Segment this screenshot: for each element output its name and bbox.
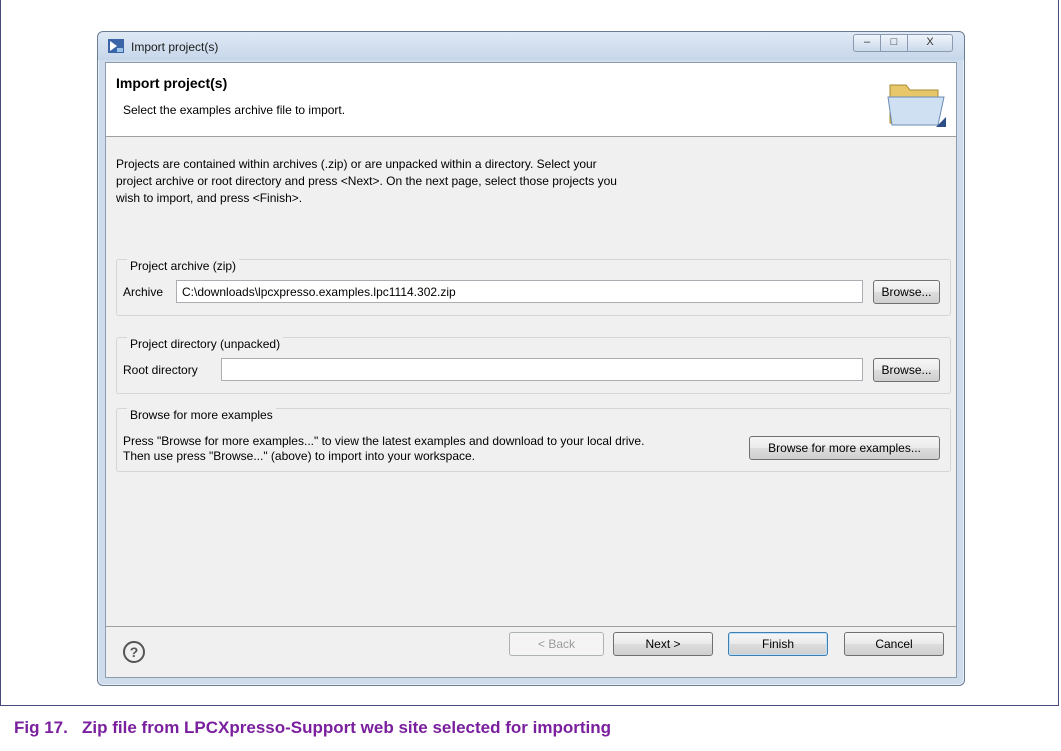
intro-line: Projects are contained within archives (…	[116, 157, 597, 171]
wizard-subtitle: Select the examples archive file to impo…	[123, 103, 346, 117]
archive-label: Archive	[123, 285, 164, 299]
examples-text-line: Press "Browse for more examples..." to v…	[123, 434, 645, 448]
title-bar[interactable]: Import project(s) – □ X	[98, 32, 964, 60]
cancel-button[interactable]: Cancel	[844, 632, 944, 656]
examples-description: Press "Browse for more examples..." to v…	[123, 434, 743, 464]
directory-group-label: Project directory (unpacked)	[127, 337, 284, 351]
examples-group-label: Browse for more examples	[127, 408, 276, 422]
back-button[interactable]: < Back	[509, 632, 604, 656]
wizard-header: Import project(s) Select the examples ar…	[106, 63, 956, 137]
examples-group: Browse for more examples Press "Browse f…	[116, 408, 951, 472]
directory-group: Project directory (unpacked) Root direct…	[116, 337, 951, 394]
directory-browse-button[interactable]: Browse...	[873, 358, 940, 382]
close-icon: X	[926, 36, 934, 48]
finish-button[interactable]: Finish	[728, 632, 828, 656]
figure-caption: Fig 17. Zip file from LPCXpresso-Support…	[14, 718, 611, 738]
maximize-icon: □	[890, 36, 898, 48]
root-directory-label: Root directory	[123, 363, 198, 377]
examples-text-line: Then use press "Browse..." (above) to im…	[123, 449, 476, 463]
next-button[interactable]: Next >	[613, 632, 713, 656]
maximize-button[interactable]: □	[880, 34, 908, 52]
intro-text: Projects are contained within archives (…	[116, 156, 816, 207]
dialog-client-area: Import project(s) Select the examples ar…	[105, 62, 957, 678]
intro-line: project archive or root directory and pr…	[116, 174, 617, 188]
figure-caption-text: Zip file from LPCXpresso-Support web sit…	[82, 718, 611, 737]
minimize-icon: –	[863, 36, 871, 48]
help-icon[interactable]: ?	[123, 641, 145, 663]
eclipse-app-icon	[108, 39, 124, 53]
archive-group-label: Project archive (zip)	[127, 259, 240, 273]
window-title: Import project(s)	[131, 40, 219, 54]
archive-group: Project archive (zip) Archive C:\downloa…	[116, 259, 951, 316]
import-dialog-window: Import project(s) – □ X Import project(s…	[97, 31, 965, 686]
archive-path-input[interactable]: C:\downloads\lpcxpresso.examples.lpc1114…	[176, 280, 863, 303]
folder-icon	[887, 84, 946, 127]
browse-more-examples-button[interactable]: Browse for more examples...	[749, 436, 940, 460]
figure-number: Fig 17.	[14, 718, 68, 737]
footer-separator	[106, 626, 956, 627]
intro-line: wish to import, and press <Finish>.	[116, 191, 303, 205]
archive-browse-button[interactable]: Browse...	[873, 280, 940, 304]
root-directory-input[interactable]	[221, 358, 863, 381]
wizard-title: Import project(s)	[116, 75, 228, 91]
close-button[interactable]: X	[907, 34, 953, 52]
minimize-button[interactable]: –	[853, 34, 881, 52]
